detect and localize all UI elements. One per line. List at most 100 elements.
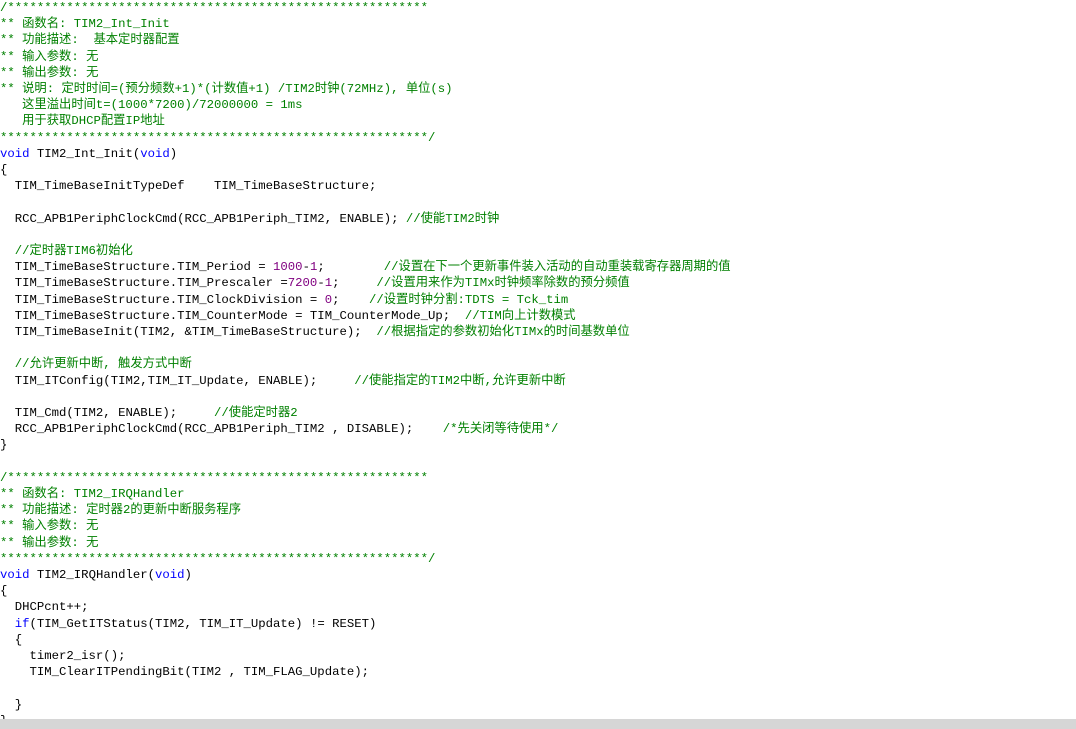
number-token: 7200 — [287, 276, 318, 291]
code-line: DHCPcnt++; — [0, 599, 89, 615]
code-line: TIM_TimeBaseStructure.TIM_CounterMode = … — [0, 308, 576, 324]
comment-token: //使能TIM2时钟 — [405, 211, 500, 226]
comment-token: //设置在下一个更新事件装入活动的自动重装载寄存器周期的值 — [383, 260, 731, 275]
comment-token: ** 功能描述: 基本定时器配置 — [0, 33, 180, 48]
code-line: 这里溢出时间t=(1000*7200)/72000000 = 1ms — [0, 97, 303, 113]
code-line: TIM_ClearITPendingBit(TIM2 , TIM_FLAG_Up… — [0, 664, 369, 680]
number-token: 1000 — [273, 260, 303, 275]
code-line: ** 函数名: TIM2_IRQHandler — [0, 486, 184, 502]
comment-token: ****************************************… — [0, 130, 436, 145]
comment-token: ** 函数名: TIM2_Int_Init — [0, 17, 170, 32]
code-token: RCC_APB1PeriphClockCmd(RCC_APB1Periph_TI… — [0, 422, 443, 437]
code-line: { — [0, 583, 7, 599]
code-token: } — [0, 697, 23, 712]
code-line: TIM_TimeBaseInit(TIM2, &TIM_TimeBaseStru… — [0, 324, 630, 340]
code-token: TIM_ClearITPendingBit(TIM2 , TIM_FLAG_Up… — [0, 665, 369, 680]
comment-token: 这里溢出时间t=(1000*7200)/72000000 = 1ms — [0, 98, 303, 113]
code-token: TIM_Cmd(TIM2, ENABLE); — [0, 406, 215, 420]
comment-token: 用于获取DHCP配置IP地址 — [0, 114, 165, 129]
code-token: TIM_TimeBaseStructure.TIM_Period = — [0, 260, 274, 275]
code-line: /***************************************… — [0, 0, 428, 16]
code-line: TIM_TimeBaseStructure.TIM_Prescaler =720… — [0, 275, 630, 291]
code-line: RCC_APB1PeriphClockCmd(RCC_APB1Periph_TI… — [0, 421, 559, 437]
comment-token: //定时器TIM6初始化 — [0, 244, 133, 258]
comment-token: ** 输出参数: 无 — [0, 535, 99, 550]
code-line: ** 函数名: TIM2_Int_Init — [0, 16, 170, 32]
code-line: TIM_ITConfig(TIM2,TIM_IT_Update, ENABLE)… — [0, 373, 566, 389]
code-line: { — [0, 632, 22, 648]
keyword-token: void — [154, 568, 185, 582]
code-token: TIM_TimeBaseInitTypeDef TIM_TimeBaseStru… — [0, 179, 377, 194]
keyword-token: void — [140, 146, 170, 161]
code-token: ; — [317, 260, 384, 275]
code-line: //允许更新中断, 触发方式中断 — [0, 356, 192, 372]
code-token: - — [317, 276, 325, 291]
code-line: ** 功能描述: 基本定时器配置 — [0, 32, 180, 48]
comment-token: //允许更新中断, 触发方式中断 — [0, 357, 192, 372]
code-token: ) — [184, 568, 192, 582]
code-line: void TIM2_IRQHandler(void) — [0, 567, 192, 583]
code-line: RCC_APB1PeriphClockCmd(RCC_APB1Periph_TI… — [0, 211, 500, 227]
comment-token: //设置用来作为TIMx时钟频率除数的预分频值 — [376, 276, 630, 291]
comment-token: ** 功能描述: 定时器2的更新中断服务程序 — [0, 503, 242, 518]
comment-token: ** 函数名: TIM2_IRQHandler — [0, 487, 185, 501]
comment-token: ****************************************… — [0, 551, 436, 566]
comment-token: ** 输入参数: 无 — [0, 519, 99, 534]
comment-token: /***************************************… — [0, 470, 429, 485]
code-line: ** 功能描述: 定时器2的更新中断服务程序 — [0, 502, 241, 518]
code-token: TIM2_IRQHandler( — [29, 568, 155, 582]
code-token: ) — [169, 146, 178, 161]
comment-token: //设置时钟分割:TDTS = Tck_tim — [369, 292, 569, 307]
code-line: TIM_Cmd(TIM2, ENABLE); //使能定时器2 — [0, 405, 298, 421]
code-token: TIM_TimeBaseStructure.TIM_CounterMode = … — [0, 308, 465, 323]
comment-token: //根据指定的参数初始化TIMx的时间基数单位 — [376, 325, 630, 339]
code-line: timer2_isr(); — [0, 648, 126, 664]
code-line: if(TIM_GetITStatus(TIM2, TIM_IT_Update) … — [0, 616, 377, 632]
code-token: timer2_isr(); — [0, 649, 126, 663]
keyword-token: if — [14, 616, 30, 631]
code-line: ** 输入参数: 无 — [0, 518, 98, 534]
code-line: ****************************************… — [0, 551, 435, 567]
keyword-token: void — [0, 146, 30, 161]
code-token: TIM2_Int_Init( — [29, 146, 141, 161]
code-token: (TIM_GetITStatus(TIM2, TIM_IT_Update) !=… — [29, 616, 377, 631]
comment-token: /*先关闭等待使用*/ — [442, 422, 559, 437]
comment-token: //TIM向上计数模式 — [464, 308, 576, 323]
code-token: TIM_TimeBaseStructure.TIM_Prescaler = — [0, 276, 288, 291]
number-token: 0 — [324, 292, 333, 307]
code-line: } — [0, 697, 22, 713]
code-line: TIM_TimeBaseStructure.TIM_ClockDivision … — [0, 292, 568, 308]
comment-token: ** 输入参数: 无 — [0, 49, 99, 64]
code-line: 用于获取DHCP配置IP地址 — [0, 113, 165, 129]
comment-token: ** 说明: 定时时间=(预分频数+1)*(计数值+1) /TIM2时钟(72M… — [0, 82, 453, 96]
code-editor[interactable]: /***************************************… — [0, 0, 1076, 719]
code-token: { — [0, 632, 23, 647]
code-line: } — [0, 437, 7, 453]
code-line: //定时器TIM6初始化 — [0, 243, 133, 259]
code-line: TIM_TimeBaseInitTypeDef TIM_TimeBaseStru… — [0, 178, 377, 194]
code-token: RCC_APB1PeriphClockCmd(RCC_APB1Periph_TI… — [0, 211, 406, 226]
keyword-token: void — [0, 568, 30, 582]
code-token: TIM_ITConfig(TIM2,TIM_IT_Update, ENABLE)… — [0, 373, 355, 388]
code-token: } — [0, 438, 8, 453]
code-line: { — [0, 162, 7, 178]
comment-token: ** 输出参数: 无 — [0, 65, 99, 80]
code-line: ** 说明: 定时时间=(预分频数+1)*(计数值+1) /TIM2时钟(72M… — [0, 81, 453, 97]
comment-token: //使能定时器2 — [214, 406, 298, 420]
code-line: TIM_TimeBaseStructure.TIM_Period = 1000-… — [0, 259, 731, 275]
code-line: void TIM2_Int_Init(void) — [0, 146, 177, 162]
code-token: TIM_TimeBaseStructure.TIM_ClockDivision … — [0, 292, 325, 307]
horizontal-scrollbar[interactable] — [0, 719, 1076, 729]
code-token: DHCPcnt++; — [0, 600, 89, 615]
code-token: ; — [332, 292, 369, 307]
code-token: - — [302, 260, 310, 275]
comment-token: //使能指定的TIM2中断,允许更新中断 — [354, 373, 566, 388]
code-line: ** 输入参数: 无 — [0, 49, 98, 65]
code-line: /***************************************… — [0, 470, 428, 486]
number-token: 1 — [324, 276, 333, 291]
code-line: ****************************************… — [0, 130, 435, 146]
code-line: ** 输出参数: 无 — [0, 535, 98, 551]
code-line: ** 输出参数: 无 — [0, 65, 98, 81]
code-token: { — [0, 584, 8, 599]
